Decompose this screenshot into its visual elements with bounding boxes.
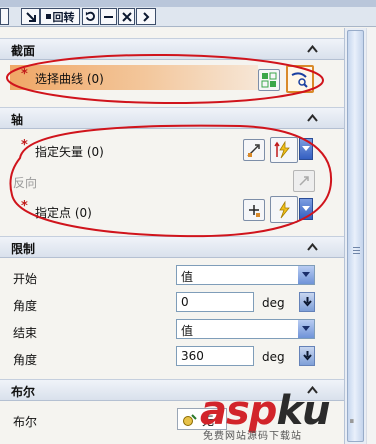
boolean-label: 布尔 xyxy=(13,415,38,429)
required-star: * xyxy=(21,67,28,82)
end-angle-unit: deg xyxy=(262,350,285,364)
start-type-value: 值 xyxy=(181,270,194,284)
close-icon[interactable] xyxy=(118,8,135,25)
section-header-section-curve[interactable]: 截面 xyxy=(0,38,344,60)
end-angle-input[interactable]: 360 xyxy=(176,346,254,366)
start-label: 开始 xyxy=(13,272,38,286)
vertical-scrollbar[interactable] xyxy=(344,28,366,444)
section-title: 布尔 xyxy=(11,385,36,399)
section-title: 限制 xyxy=(11,242,36,256)
curve-rule-icon[interactable] xyxy=(258,69,280,91)
required-star: * xyxy=(21,199,28,214)
chevron-up-icon[interactable] xyxy=(304,110,321,126)
toolbar-left-edge xyxy=(0,8,9,25)
chevron-down-icon[interactable] xyxy=(298,266,314,284)
start-angle-options-icon[interactable] xyxy=(299,292,315,312)
start-angle-value: 0 xyxy=(181,295,189,309)
watermark-tagline: 免费网站源码下载站 xyxy=(203,431,302,442)
inferred-point-icon[interactable] xyxy=(270,196,298,223)
vector-dialog-icon[interactable] xyxy=(243,139,265,161)
required-star: * xyxy=(21,138,28,153)
end-type-select[interactable]: 值 xyxy=(176,319,315,339)
minimize-icon[interactable] xyxy=(100,8,117,25)
boolean-none-icon xyxy=(182,413,198,430)
select-curve-label: 选择曲线 (0) xyxy=(35,72,104,86)
end-angle-label: 角度 xyxy=(13,353,38,367)
specify-point-label: 指定点 (0) xyxy=(35,206,92,220)
start-angle-input[interactable]: 0 xyxy=(176,292,254,312)
arrow-icon[interactable] xyxy=(21,8,40,25)
watermark-dot: . xyxy=(348,404,356,428)
start-type-select[interactable]: 值 xyxy=(176,265,315,285)
end-angle-options-icon[interactable] xyxy=(299,346,315,366)
toolbar-title: 回转 xyxy=(52,10,75,24)
section-title: 轴 xyxy=(11,113,24,127)
sketch-section-icon[interactable] xyxy=(286,65,314,93)
title-bar-strip xyxy=(0,0,376,7)
start-angle-unit: deg xyxy=(262,296,285,310)
chevron-up-icon[interactable] xyxy=(304,41,321,57)
vector-dropdown-arrow[interactable] xyxy=(299,138,313,160)
point-dialog-icon[interactable] xyxy=(243,199,265,221)
watermark: aspku . 免费网站源码下载站 xyxy=(200,388,376,444)
section-title: 截面 xyxy=(11,44,36,58)
reverse-direction-icon[interactable] xyxy=(293,170,315,192)
revolve-dialog: 回转 截面 * 选择曲线 (0) 轴 * 指定矢量 (0) 反向 * 指定点 (… xyxy=(0,0,376,444)
specify-vector-label: 指定矢量 (0) xyxy=(35,145,104,159)
reset-icon[interactable] xyxy=(82,8,99,25)
start-angle-label: 角度 xyxy=(13,299,38,313)
menu-square-icon xyxy=(45,14,51,19)
section-header-axis[interactable]: 轴 xyxy=(0,107,344,129)
end-label: 结束 xyxy=(13,326,38,340)
scrollbar-thumb[interactable] xyxy=(347,30,364,442)
inferred-vector-icon[interactable] xyxy=(270,137,298,163)
toolbar-title-button[interactable]: 回转 xyxy=(40,8,80,25)
chevron-right-icon[interactable] xyxy=(136,8,156,25)
window-edge xyxy=(366,28,376,444)
chevron-down-icon[interactable] xyxy=(298,320,314,338)
reverse-label: 反向 xyxy=(13,176,38,190)
point-dropdown-arrow[interactable] xyxy=(299,198,313,220)
section-header-limits[interactable]: 限制 xyxy=(0,236,344,258)
chevron-up-icon[interactable] xyxy=(304,239,321,255)
end-type-value: 值 xyxy=(181,324,194,338)
dialog-toolbar: 回转 xyxy=(0,7,376,27)
end-angle-value: 360 xyxy=(181,349,204,363)
